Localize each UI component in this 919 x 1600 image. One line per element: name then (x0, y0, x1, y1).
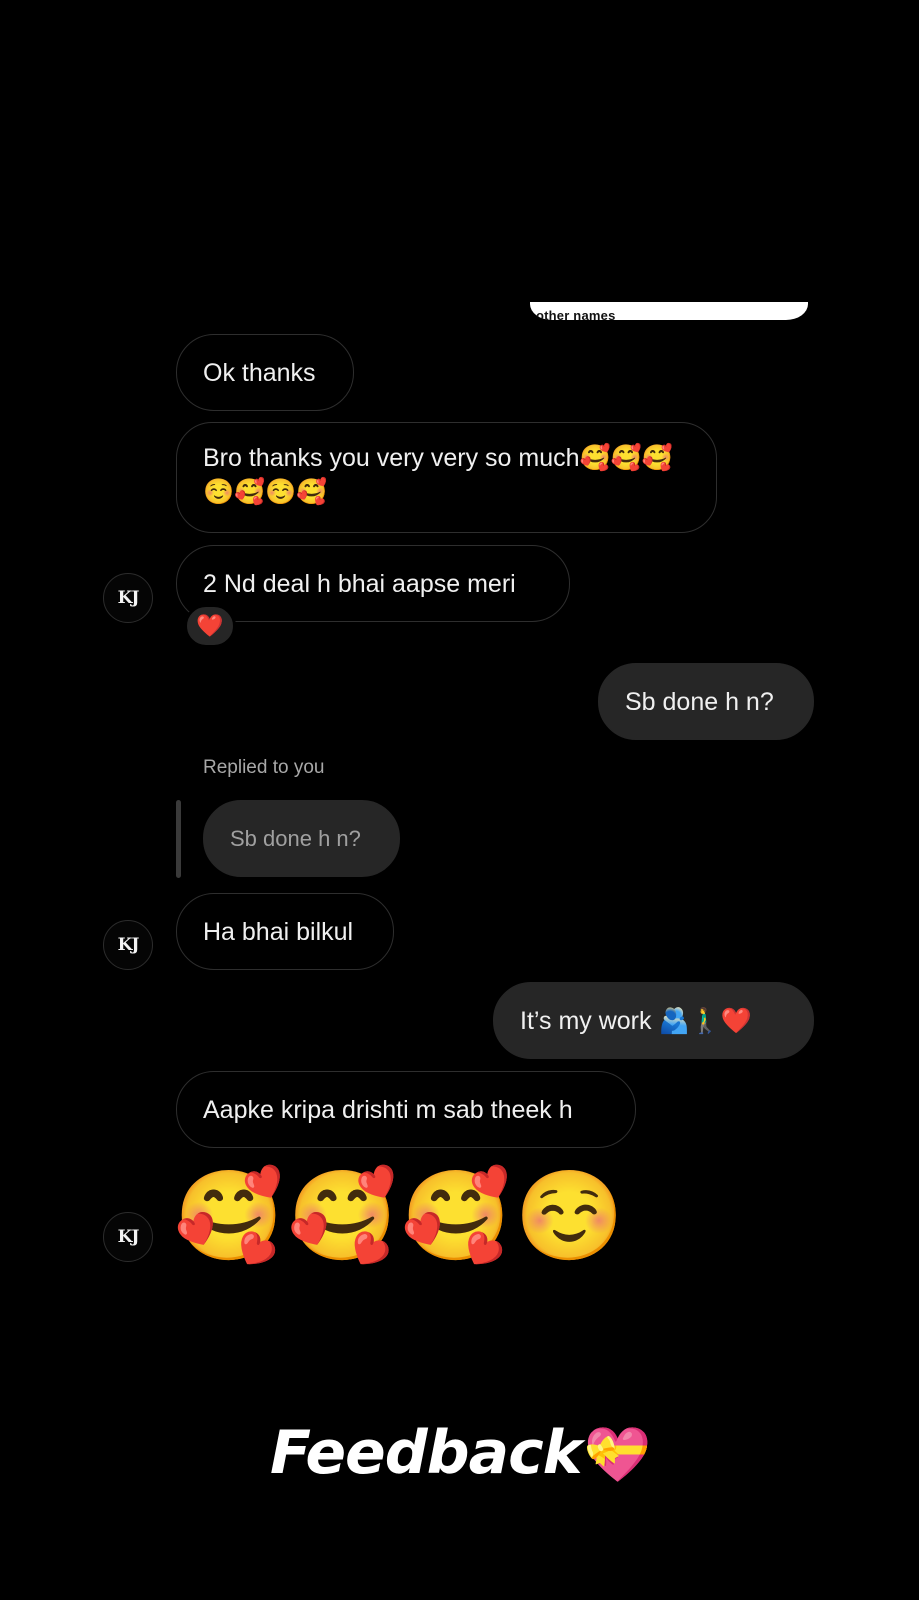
emoji-message[interactable]: 🥰🥰🥰☺️ (174, 1168, 628, 1264)
smiling-face-with-hearts-icon: 🥰🥰🥰☺️ (174, 1166, 629, 1265)
avatar-initials: KJ (117, 935, 140, 955)
received-message-bubble[interactable]: Ha bhai bilkul (176, 893, 394, 970)
message-text: 2 Nd deal h bhai aapse meri (203, 569, 516, 598)
sent-message-bubble[interactable]: It’s my work 🫂🚶‍♂️❤️ (493, 982, 814, 1059)
message-text: It’s my work 🫂🚶‍♂️❤️ (520, 1006, 752, 1035)
received-message-bubble[interactable]: Ok thanks (176, 334, 354, 411)
shared-image-snippet[interactable]: other names (530, 302, 808, 320)
sender-avatar[interactable]: KJ (103, 573, 153, 623)
story-caption: Feedback💝 (270, 1418, 651, 1488)
avatar-initials: KJ (117, 1227, 140, 1247)
message-reaction[interactable]: ❤️ (184, 604, 236, 648)
sender-avatar[interactable]: KJ (103, 920, 153, 970)
reply-indicator-bar (176, 800, 181, 878)
sender-avatar[interactable]: KJ (103, 1212, 153, 1262)
received-message-bubble[interactable]: Aapke kripa drishti m sab theek h (176, 1071, 636, 1148)
message-text: Ha bhai bilkul (203, 917, 354, 946)
message-text: Ok thanks (203, 358, 316, 387)
quoted-message-bubble[interactable]: Sb done h n? (203, 800, 400, 877)
message-text: Sb done h n? (625, 687, 774, 716)
reply-label: Replied to you (203, 757, 325, 778)
heart-reaction-icon: ❤️ (196, 613, 224, 638)
shared-image-text: other names (536, 308, 616, 320)
sent-message-bubble[interactable]: Sb done h n? (598, 663, 814, 740)
heart-with-ribbon-icon: 💝 (583, 1423, 651, 1486)
received-message-bubble[interactable]: 2 Nd deal h bhai aapse meri (176, 545, 570, 622)
avatar-initials: KJ (117, 588, 140, 608)
message-text: Bro thanks you very very so much🥰🥰🥰☺️🥰☺️… (203, 444, 673, 506)
message-text: Aapke kripa drishti m sab theek h (203, 1095, 573, 1124)
caption-text: Feedback (270, 1418, 583, 1488)
quoted-message-text: Sb done h n? (230, 825, 361, 851)
received-message-bubble[interactable]: Bro thanks you very very so much🥰🥰🥰☺️🥰☺️… (176, 422, 717, 533)
